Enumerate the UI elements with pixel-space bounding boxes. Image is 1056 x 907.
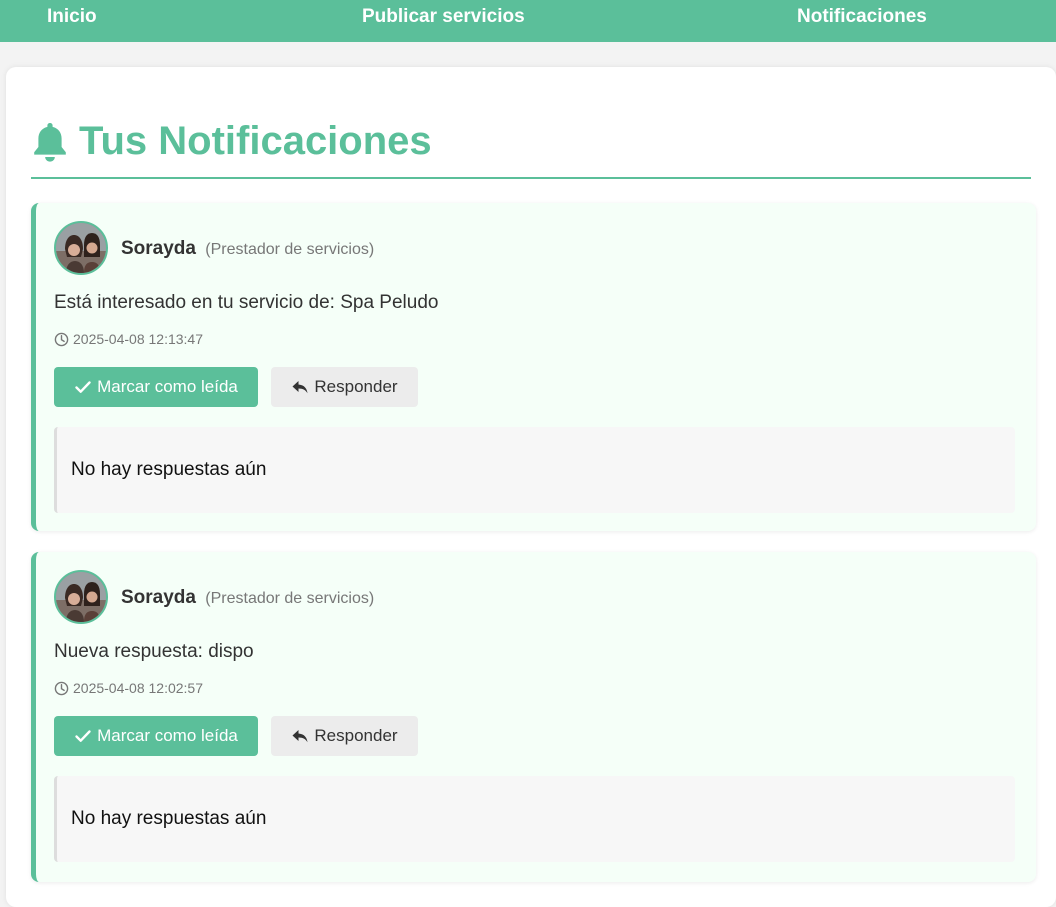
notification-message: Nueva respuesta: dispo	[54, 641, 254, 662]
notification-card: Sorayda (Prestador de servicios) Nueva r…	[31, 552, 1036, 882]
no-replies-text: No hay respuestas aún	[71, 459, 267, 480]
sender-role: (Prestador de servicios)	[205, 241, 375, 258]
replies-section: No hay respuestas aún	[54, 776, 1015, 862]
notification-timestamp: 2025-04-08 12:02:57	[54, 680, 203, 696]
sender-info: Sorayda (Prestador de servicios)	[121, 238, 374, 261]
notifications-panel: Tus Notificaciones Sorayda (Prestador de…	[6, 67, 1056, 907]
reply-button[interactable]: Responder	[271, 367, 418, 407]
notification-timestamp: 2025-04-08 12:13:47	[54, 331, 203, 347]
nav-link-inicio[interactable]: Inicio	[47, 6, 97, 28]
mark-as-read-label: Marcar como leída	[97, 726, 238, 745]
sender-name: Sorayda	[121, 587, 196, 608]
reply-icon	[292, 730, 308, 743]
reply-icon	[292, 381, 308, 394]
clock-icon	[54, 681, 69, 695]
sender-role: (Prestador de servicios)	[205, 590, 375, 607]
check-icon	[75, 381, 91, 393]
bell-icon	[34, 123, 66, 162]
clock-icon	[54, 332, 69, 346]
mark-as-read-label: Marcar como leída	[97, 377, 238, 396]
check-icon	[75, 730, 91, 742]
avatar	[54, 221, 108, 275]
timestamp-text: 2025-04-08 12:02:57	[73, 680, 203, 696]
replies-section: No hay respuestas aún	[54, 427, 1015, 513]
sender-info: Sorayda (Prestador de servicios)	[121, 587, 374, 610]
mark-as-read-button[interactable]: Marcar como leída	[54, 716, 258, 756]
mark-as-read-button[interactable]: Marcar como leída	[54, 367, 258, 407]
reply-button[interactable]: Responder	[271, 716, 418, 756]
top-navbar: Inicio Publicar servicios Notificaciones	[0, 0, 1056, 42]
notification-card: Sorayda (Prestador de servicios) Está in…	[31, 203, 1036, 531]
page-title: Tus Notificaciones	[79, 118, 432, 163]
notification-message: Está interesado en tu servicio de: Spa P…	[54, 292, 439, 313]
nav-link-notificaciones[interactable]: Notificaciones	[797, 6, 927, 28]
nav-link-publicar-servicios[interactable]: Publicar servicios	[362, 6, 525, 28]
sender-name: Sorayda	[121, 238, 196, 259]
no-replies-text: No hay respuestas aún	[71, 808, 267, 829]
reply-label: Responder	[314, 377, 398, 396]
page-header: Tus Notificaciones	[31, 117, 1031, 179]
avatar	[54, 570, 108, 624]
timestamp-text: 2025-04-08 12:13:47	[73, 331, 203, 347]
reply-label: Responder	[314, 726, 398, 745]
